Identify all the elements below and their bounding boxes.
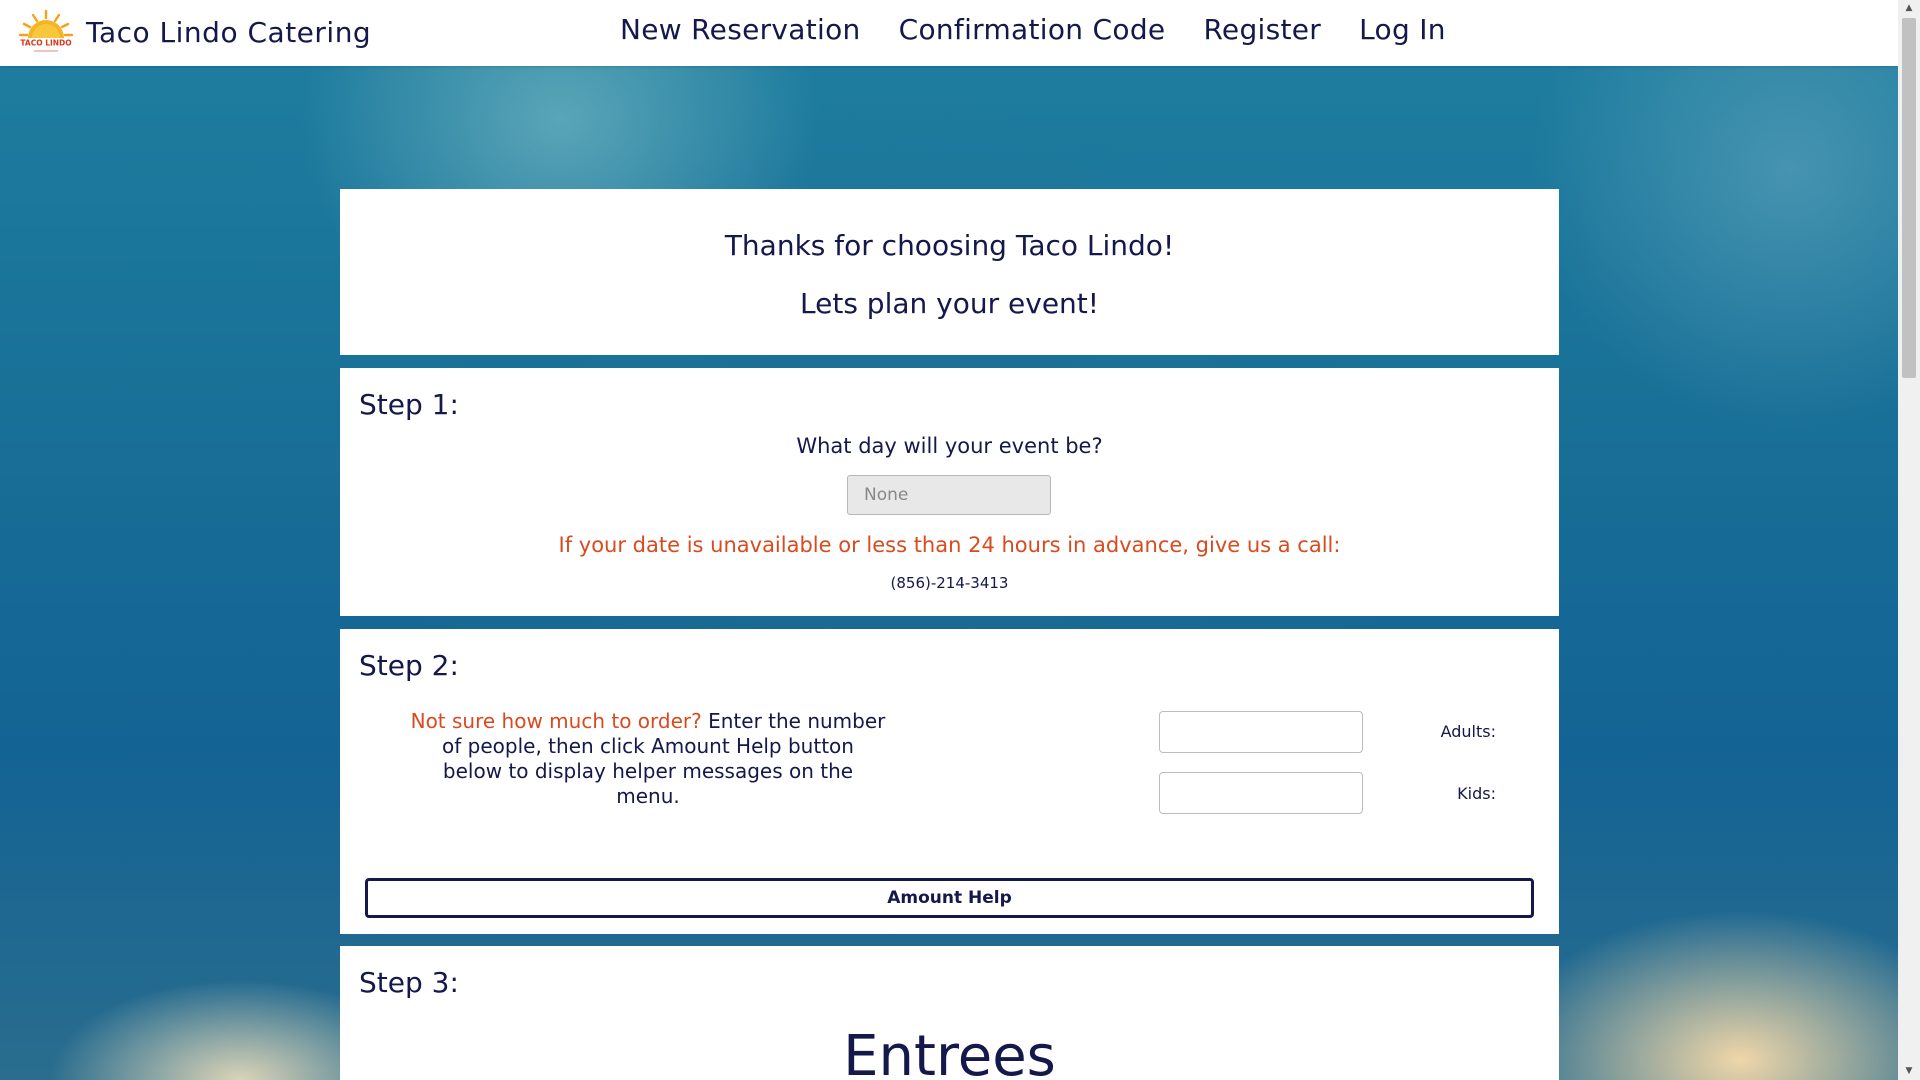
scroll-up-arrow-icon[interactable]: ▲ [1898, 0, 1920, 17]
step3-title: Step 3: [359, 966, 459, 999]
step1-title: Step 1: [359, 388, 459, 421]
adults-label: Adults: [1440, 722, 1496, 741]
logo-wordmark: TACO LINDO [20, 39, 71, 48]
scroll-down-arrow-icon[interactable]: ▼ [1898, 1063, 1920, 1080]
event-date-input[interactable]: None [847, 475, 1051, 515]
taco-lindo-logo: TACO LINDO [18, 9, 74, 52]
scrollbar-thumb[interactable] [1902, 18, 1916, 378]
step1-card: Step 1: What day will your event be? Non… [340, 368, 1559, 616]
kids-input[interactable] [1159, 772, 1363, 814]
brand-link[interactable]: TACO LINDO Taco Lindo Catering [18, 8, 371, 56]
step3-card: Step 3: Entrees [340, 946, 1559, 1080]
phone-number: (856)-214-3413 [890, 574, 1009, 592]
welcome-card: Thanks for choosing Taco Lindo! Lets pla… [340, 189, 1559, 355]
kids-label: Kids: [1457, 784, 1496, 803]
date-warning-text: If your date is unavailable or less than… [558, 533, 1341, 557]
page-scrollbar[interactable]: ▲ ▼ [1898, 0, 1920, 1080]
nav-log-in[interactable]: Log In [1359, 12, 1446, 48]
amount-help-description: Not sure how much to order? Enter the nu… [410, 709, 886, 809]
step2-title: Step 2: [359, 649, 459, 682]
event-date-question: What day will your event be? [796, 434, 1103, 458]
step2-card: Step 2: Not sure how much to order? Ente… [340, 629, 1559, 934]
welcome-subheading: Lets plan your event! [800, 287, 1099, 320]
welcome-heading: Thanks for choosing Taco Lindo! [724, 229, 1175, 262]
nav-register[interactable]: Register [1203, 12, 1321, 48]
nav-new-reservation[interactable]: New Reservation [620, 12, 861, 48]
top-navbar: TACO LINDO Taco Lindo Catering New Reser… [0, 0, 1898, 66]
nav-menu: New Reservation Confirmation Code Regist… [620, 12, 1484, 48]
nav-confirmation-code[interactable]: Confirmation Code [899, 12, 1166, 48]
amount-help-button[interactable]: Amount Help [365, 878, 1534, 918]
adults-input[interactable] [1159, 711, 1363, 753]
brand-name: Taco Lindo Catering [86, 15, 372, 49]
entrees-heading: Entrees [843, 1024, 1056, 1080]
amount-help-accent-text: Not sure how much to order? [410, 709, 702, 733]
